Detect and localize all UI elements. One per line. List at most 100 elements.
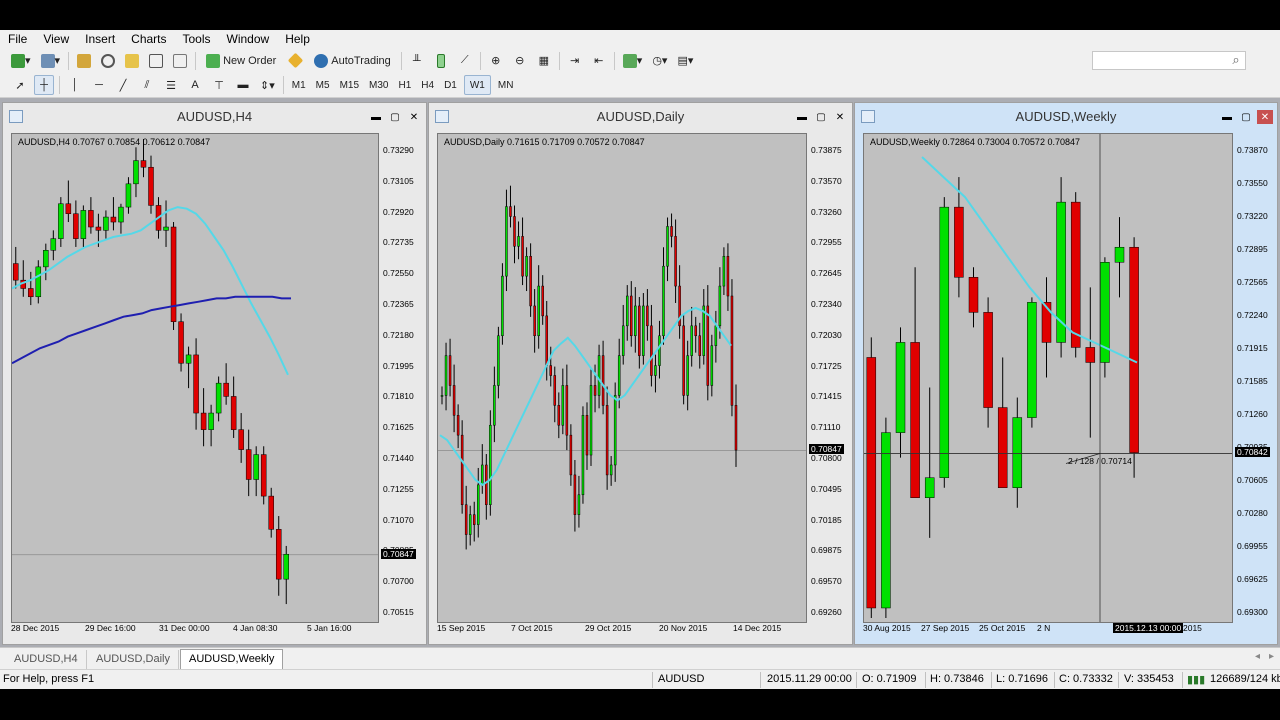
price-tick-label: 0.70280 <box>1237 508 1268 518</box>
bull-candle <box>58 203 64 239</box>
zoom-out-button[interactable]: ⊖ <box>510 51 530 71</box>
bear-candle <box>1085 347 1096 363</box>
price-tick-label: 0.72895 <box>1237 244 1268 254</box>
chart-plot-area[interactable]: AUDUSD,Daily 0.71615 0.71709 0.70572 0.7… <box>437 133 807 623</box>
menu-view[interactable]: View <box>35 30 77 48</box>
bear-candle <box>682 325 685 396</box>
profiles-button[interactable]: ▾ <box>38 51 64 71</box>
chart-plot-area[interactable]: AUDUSD,H4 0.70767 0.70854 0.70612 0.7084… <box>11 133 379 623</box>
bar-chart-button[interactable]: ╨ <box>407 51 427 71</box>
autotrading-button[interactable]: AutoTrading <box>309 51 396 71</box>
new-order-button[interactable]: New Order <box>201 51 281 71</box>
bull-candle <box>525 256 528 277</box>
chart-window-weekly[interactable]: AUDUSD,Weekly ▬ ▢ ✕ AUDUSD,Weekly 0.7286… <box>854 102 1278 645</box>
text-button[interactable]: A <box>185 75 205 95</box>
text-label-button[interactable]: ⊤ <box>209 75 229 95</box>
status-open: O: 0.71909 <box>862 673 917 685</box>
terminal-button[interactable] <box>146 51 166 71</box>
maximize-button[interactable]: ▢ <box>387 110 403 124</box>
data-window-button[interactable] <box>98 51 118 71</box>
maximize-button[interactable]: ▢ <box>813 110 829 124</box>
horizontal-line-button[interactable]: ─ <box>89 75 109 95</box>
tester-button[interactable] <box>170 51 190 71</box>
vertical-line-button[interactable]: │ <box>65 75 85 95</box>
meta-editor-button[interactable] <box>285 51 305 71</box>
arrows-button[interactable]: ▬ <box>233 75 253 95</box>
standard-toolbar: ▾ ▾ New Order AutoTrading ╨ ⟋ ⊕ ⊖ ▦ ⇥ ⇤ … <box>0 48 1280 73</box>
price-tick-label: 0.72365 <box>383 299 414 309</box>
bull-candle <box>597 355 601 396</box>
bear-candle <box>593 385 597 396</box>
zoom-in-button[interactable]: ⊕ <box>486 51 506 71</box>
cursor-button[interactable]: ➚ <box>10 75 30 95</box>
fibonacci-button[interactable]: ☰ <box>161 75 181 95</box>
bull-candle <box>481 464 484 486</box>
minimize-button[interactable]: ▬ <box>794 110 810 124</box>
menu-help[interactable]: Help <box>277 30 318 48</box>
shapes-button[interactable]: ⇕ ▾ <box>257 75 278 95</box>
date-tick-label: 7 Oct 2015 <box>511 623 553 633</box>
tile-windows-button[interactable]: ▦ <box>534 51 554 71</box>
menu-window[interactable]: Window <box>219 30 278 48</box>
tf-mn[interactable]: MN <box>493 80 519 91</box>
price-tick-label: 0.72240 <box>1237 310 1268 320</box>
periods-button[interactable]: ◷ ▾ <box>649 51 670 71</box>
tab-audusd-daily[interactable]: AUDUSD,Daily <box>88 650 179 669</box>
tf-d1[interactable]: D1 <box>439 80 462 91</box>
tf-h1[interactable]: H1 <box>393 80 416 91</box>
tf-m30[interactable]: M30 <box>364 80 393 91</box>
candlestick-button[interactable] <box>431 51 451 71</box>
chart-canvas <box>438 185 806 550</box>
text-icon: A <box>191 79 199 91</box>
navigator-button[interactable] <box>122 51 142 71</box>
tf-h4[interactable]: H4 <box>416 80 439 91</box>
bull-candle <box>185 354 192 364</box>
trendline-button[interactable]: ╱ <box>113 75 133 95</box>
chart-window-daily[interactable]: AUDUSD,Daily ▬ ▢ ✕ AUDUSD,Daily 0.71615 … <box>428 102 853 645</box>
chart-plot-area[interactable]: AUDUSD,Weekly 0.72864 0.73004 0.70572 0.… <box>863 133 1233 623</box>
bear-candle <box>140 160 147 168</box>
tab-scroll-right-icon[interactable]: ▸ <box>1269 651 1274 662</box>
close-button[interactable]: ✕ <box>1257 110 1273 124</box>
current-price-tag: 0.70847 <box>381 548 416 559</box>
templates-button[interactable]: ▤ ▾ <box>674 51 696 71</box>
minimize-button[interactable]: ▬ <box>368 110 384 124</box>
close-button[interactable]: ✕ <box>406 110 422 124</box>
menu-insert[interactable]: Insert <box>77 30 123 48</box>
search-input[interactable] <box>1092 51 1246 70</box>
bear-candle <box>464 504 468 535</box>
bull-candle <box>617 355 621 396</box>
channel-button[interactable]: ⫽ <box>137 75 157 95</box>
close-button[interactable]: ✕ <box>832 110 848 124</box>
auto-scroll-button[interactable]: ⇥ <box>565 51 585 71</box>
crosshair-icon <box>101 53 116 68</box>
tf-w1[interactable]: W1 <box>463 75 491 95</box>
bear-candle <box>866 357 877 609</box>
search-icon[interactable]: ⌕ <box>1228 52 1244 68</box>
market-watch-button[interactable] <box>74 51 94 71</box>
line-chart-button[interactable]: ⟋ <box>455 51 475 71</box>
price-tick-label: 0.70495 <box>811 483 842 494</box>
indicators-button[interactable]: ▾ <box>620 51 646 71</box>
minimize-button[interactable]: ▬ <box>1219 110 1235 124</box>
price-tick-label: 0.71415 <box>811 391 842 402</box>
tf-m15[interactable]: M15 <box>335 80 364 91</box>
bear-candle <box>954 206 964 278</box>
bull-candle <box>710 345 714 386</box>
date-axis: 30 Aug 2015 27 Sep 2015 25 Oct 2015 2 N 2015… <box>863 623 1233 635</box>
chart-shift-button[interactable]: ⇤ <box>589 51 609 71</box>
tab-scroll-left-icon[interactable]: ◂ <box>1255 651 1260 662</box>
crosshair-button[interactable]: ┼ <box>34 75 54 95</box>
tf-m1[interactable]: M1 <box>287 80 311 91</box>
new-chart-button[interactable]: ▾ <box>8 51 34 71</box>
tab-audusd-weekly[interactable]: AUDUSD,Weekly <box>180 649 284 670</box>
date-tick-label: 28 Dec 2015 <box>11 623 60 633</box>
tf-m5[interactable]: M5 <box>311 80 335 91</box>
chart-canvas <box>12 138 378 605</box>
menu-tools[interactable]: Tools <box>175 30 219 48</box>
menu-file[interactable]: File <box>0 30 35 48</box>
tab-audusd-h4[interactable]: AUDUSD,H4 <box>6 650 87 669</box>
menu-charts[interactable]: Charts <box>123 30 174 48</box>
chart-window-h4[interactable]: AUDUSD,H4 ▬ ▢ ✕ AUDUSD,H4 0.70767 0.7085… <box>2 102 427 645</box>
maximize-button[interactable]: ▢ <box>1238 110 1254 124</box>
